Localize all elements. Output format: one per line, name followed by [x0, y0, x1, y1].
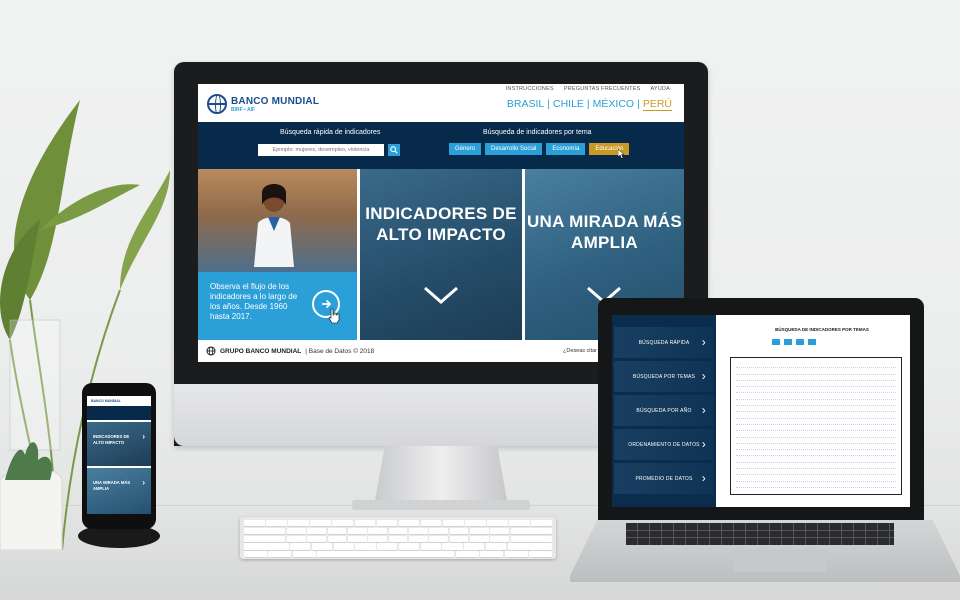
- country-separator: |: [586, 98, 590, 110]
- topic-search-label: Búsqueda de indicadores por tema: [483, 129, 592, 136]
- chevron-right-icon: ›: [701, 471, 706, 485]
- chevron-right-icon: ›: [142, 432, 145, 441]
- topic-desarrollo-social-button[interactable]: Desarrollo Social: [485, 143, 543, 155]
- phone-panel-title: INDICADORES DE ALTO IMPACTO: [93, 434, 130, 445]
- menu-promedio-datos[interactable]: PROMEDIO DE DATOS ›: [614, 463, 714, 494]
- phone-search-band: [87, 406, 151, 420]
- menu-label: BÚSQUEDA POR TEMAS: [632, 373, 696, 380]
- menu-label: PROMEDIO DE DATOS: [635, 475, 693, 482]
- panel-title-mirada-amplia: UNA MIRADA MÁS AMPLIA: [526, 212, 682, 252]
- menu-busqueda-por-temas[interactable]: BÚSQUEDA POR TEMAS ›: [614, 361, 714, 392]
- globe-icon: [207, 94, 227, 114]
- phone-panel-title: UNA MIRADA MÁS AMPLIA: [93, 480, 131, 491]
- phone-panel-mirada-amplia[interactable]: UNA MIRADA MÁS AMPLIA ›: [87, 468, 151, 514]
- laptop-topic-tabs: [772, 339, 816, 345]
- country-separator: |: [637, 98, 640, 110]
- topic-economia-button[interactable]: Economía: [546, 143, 586, 155]
- menu-busqueda-por-ano[interactable]: BÚSQUEDA POR AÑO ›: [614, 395, 714, 426]
- menu-label: BÚSQUEDA POR AÑO: [636, 407, 692, 414]
- laptop-topic-tab[interactable]: [796, 339, 804, 345]
- phone-panel-alto-impacto[interactable]: INDICADORES DE ALTO IMPACTO ›: [87, 422, 151, 466]
- link-preguntas-frecuentes[interactable]: PREGUNTAS FRECUENTES: [564, 86, 641, 92]
- logo-subtitle: BIRF • AIF: [231, 106, 256, 113]
- footer-database: | Base de Datos © 2018: [305, 347, 375, 355]
- laptop-side-menu: BÚSQUEDA RÁPIDA › BÚSQUEDA POR TEMAS › BÚS…: [612, 315, 716, 507]
- country-brasil[interactable]: BRASIL: [507, 98, 544, 111]
- topic-buttons: Género Desarrollo Social Economía Educac…: [449, 143, 630, 155]
- country-mexico[interactable]: MÉXICO: [593, 98, 634, 111]
- globe-icon: [206, 346, 216, 356]
- menu-label: ORDENAMIENTO DE DATOS: [628, 441, 700, 448]
- utility-links: INSTRUCCIONES PREGUNTAS FRECUENTES AYUDA: [506, 86, 670, 92]
- chevron-right-icon: ›: [701, 369, 706, 383]
- menu-busqueda-rapida[interactable]: BÚSQUEDA RÁPIDA ›: [614, 327, 714, 358]
- panel-title-alto-impacto: INDICADORES DE ALTO IMPACTO: [365, 204, 517, 244]
- country-peru[interactable]: PERÚ: [642, 98, 672, 111]
- link-instrucciones[interactable]: INSTRUCCIONES: [506, 86, 554, 92]
- phone-screen: BANCO MUNDIAL INDICADORES DE ALTO IMPACT…: [87, 396, 151, 514]
- chevron-down-icon[interactable]: [423, 285, 459, 305]
- chevron-right-icon: ›: [701, 403, 706, 417]
- laptop-indicator-list: [730, 357, 902, 495]
- country-chile[interactable]: CHILE: [553, 98, 584, 111]
- laptop-topic-tab[interactable]: [808, 339, 816, 345]
- mouse-pointer-icon: [618, 149, 625, 159]
- country-nav: BRASIL | CHILE | MÉXICO | PERÚ: [507, 98, 672, 111]
- quick-search-input[interactable]: [258, 144, 384, 156]
- laptop-topic-tab[interactable]: [772, 339, 780, 345]
- flow-box: Observa el flujo de los indicadores a lo…: [198, 272, 357, 340]
- search-band: Búsqueda rápida de indicadores Búsqueda …: [198, 122, 684, 169]
- country-separator: |: [547, 98, 550, 110]
- desktop-keyboard: [240, 517, 556, 559]
- hand-cursor-icon: [328, 308, 340, 324]
- laptop-topic-tab[interactable]: [784, 339, 792, 345]
- chevron-right-icon: ›: [701, 335, 706, 349]
- topic-genero-button[interactable]: Género: [449, 143, 482, 155]
- laptop-page-title: BÚSQUEDA DE INDICADORES POR TEMAS: [775, 327, 869, 332]
- laptop-screen: BÚSQUEDA RÁPIDA › BÚSQUEDA POR TEMAS › BÚS…: [612, 315, 910, 507]
- footer-brand: GRUPO BANCO MUNDIAL: [220, 347, 302, 355]
- banco-mundial-logo[interactable]: BANCO MUNDIAL BIRF • AIF: [207, 94, 319, 114]
- menu-label: BÚSQUEDA RÁPIDA: [638, 339, 690, 346]
- student-photo: [254, 184, 294, 267]
- search-button[interactable]: [388, 144, 400, 156]
- search-icon: [390, 146, 398, 154]
- flow-description: Observa el flujo de los indicadores a lo…: [210, 282, 298, 321]
- imac-stand: [374, 446, 508, 506]
- chevron-right-icon: ›: [142, 478, 145, 487]
- imac-stand-base: [352, 500, 530, 510]
- chevron-right-icon: ›: [701, 437, 706, 451]
- laptop-trackpad: [733, 550, 827, 572]
- panel-flujo[interactable]: Observa el flujo de los indicadores a lo…: [198, 169, 357, 340]
- logo-title: BANCO MUNDIAL: [231, 95, 320, 107]
- panel-alto-impacto[interactable]: INDICADORES DE ALTO IMPACTO: [360, 169, 522, 340]
- list-item[interactable]: [736, 482, 896, 488]
- quick-search-label: Búsqueda rápida de indicadores: [280, 129, 381, 136]
- laptop-keyboard: [626, 523, 894, 545]
- menu-ordenamiento-datos[interactable]: ORDENAMIENTO DE DATOS ›: [614, 429, 714, 460]
- link-ayuda[interactable]: AYUDA: [650, 86, 670, 92]
- site-header: INSTRUCCIONES PREGUNTAS FRECUENTES AYUDA…: [198, 84, 684, 122]
- footer-cite-link[interactable]: ¿Deseas citar e: [563, 348, 602, 354]
